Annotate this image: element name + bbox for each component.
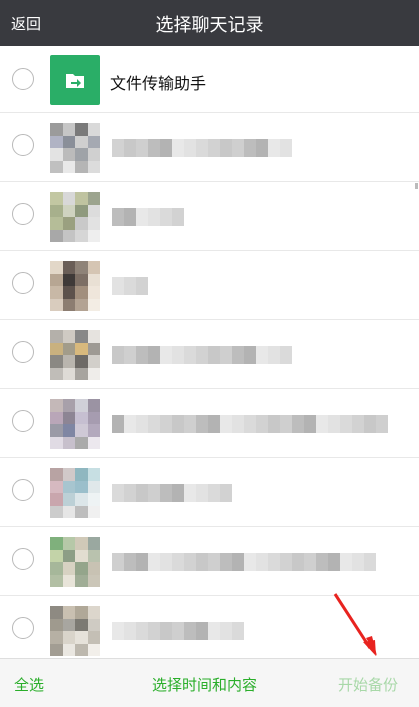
scrollbar[interactable]: [415, 183, 418, 189]
select-radio[interactable]: [12, 272, 34, 294]
nav-bar: 返回 选择聊天记录: [0, 0, 419, 46]
chat-row[interactable]: [0, 458, 419, 527]
select-radio[interactable]: [12, 68, 34, 90]
chat-name-obscured: [112, 277, 148, 295]
page-title: 选择聊天记录: [155, 15, 264, 36]
folder-arrow-icon: [50, 55, 100, 105]
avatar: [50, 261, 100, 311]
chat-list: 文件传输助手: [0, 46, 419, 658]
select-radio[interactable]: [12, 134, 34, 156]
select-radio[interactable]: [12, 410, 34, 432]
chat-row[interactable]: [0, 527, 419, 596]
select-time-content-button[interactable]: 选择时间和内容: [152, 674, 257, 695]
chat-row-file-transfer[interactable]: 文件传输助手: [0, 46, 419, 113]
bottom-toolbar: 全选 选择时间和内容 开始备份: [0, 658, 419, 707]
select-all-button[interactable]: 全选: [14, 674, 44, 695]
avatar: [50, 468, 100, 518]
chat-name-obscured: [112, 208, 184, 226]
chat-name-obscured: [112, 346, 292, 364]
chat-name-obscured: [112, 484, 232, 502]
select-radio[interactable]: [12, 548, 34, 570]
chat-row[interactable]: [0, 113, 419, 182]
avatar: [50, 192, 100, 242]
avatar: [50, 606, 100, 656]
start-backup-button[interactable]: 开始备份: [338, 674, 398, 695]
chat-name-obscured: [112, 139, 292, 157]
select-radio[interactable]: [12, 341, 34, 363]
avatar: [50, 123, 100, 173]
chat-name-obscured: [112, 622, 244, 640]
select-radio[interactable]: [12, 479, 34, 501]
chat-name-obscured: [112, 415, 388, 433]
select-radio[interactable]: [12, 203, 34, 225]
chat-row[interactable]: [0, 389, 419, 458]
avatar: [50, 330, 100, 380]
chat-row[interactable]: [0, 320, 419, 389]
avatar: [50, 537, 100, 587]
chat-row[interactable]: [0, 251, 419, 320]
chat-name-obscured: [112, 553, 376, 571]
avatar: [50, 399, 100, 449]
chat-name: 文件传输助手: [110, 74, 207, 93]
chat-row[interactable]: [0, 182, 419, 251]
select-radio[interactable]: [12, 617, 34, 639]
red-arrow-annotation: [333, 593, 377, 656]
